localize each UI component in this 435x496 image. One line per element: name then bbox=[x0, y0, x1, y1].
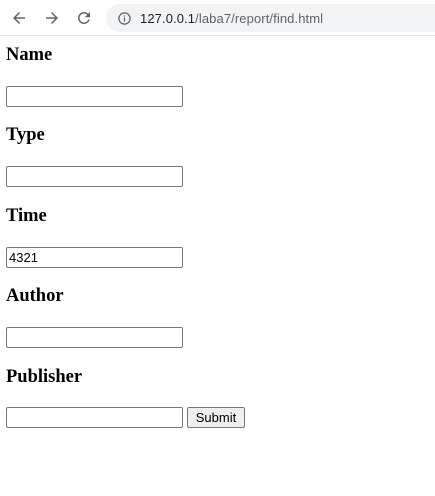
reload-button[interactable] bbox=[72, 6, 96, 30]
name-input[interactable] bbox=[6, 86, 183, 107]
time-input[interactable] bbox=[6, 247, 183, 268]
browser-toolbar: 127.0.0.1/laba7/report/find.html bbox=[0, 0, 435, 36]
name-label: Name bbox=[6, 45, 53, 65]
publisher-input[interactable] bbox=[6, 407, 183, 428]
url-text: 127.0.0.1/laba7/report/find.html bbox=[140, 11, 323, 26]
find-report-form: Name Type Time Author Publisher Submit bbox=[0, 36, 435, 496]
back-button[interactable] bbox=[7, 6, 31, 30]
forward-button[interactable] bbox=[40, 6, 64, 30]
type-input[interactable] bbox=[6, 166, 183, 187]
time-label: Time bbox=[6, 206, 47, 226]
publisher-label: Publisher bbox=[6, 367, 83, 387]
url-path: /laba7/report/find.html bbox=[195, 10, 324, 26]
author-label: Author bbox=[6, 286, 64, 306]
arrow-left-icon bbox=[13, 12, 25, 24]
address-bar[interactable]: 127.0.0.1/laba7/report/find.html bbox=[106, 4, 435, 32]
info-icon[interactable] bbox=[116, 10, 132, 26]
arrow-right-icon bbox=[46, 12, 58, 24]
author-input[interactable] bbox=[6, 327, 183, 348]
url-host: 127.0.0.1 bbox=[140, 10, 196, 26]
type-label: Type bbox=[6, 125, 45, 145]
submit-button[interactable]: Submit bbox=[187, 407, 245, 428]
reload-icon bbox=[78, 11, 90, 24]
